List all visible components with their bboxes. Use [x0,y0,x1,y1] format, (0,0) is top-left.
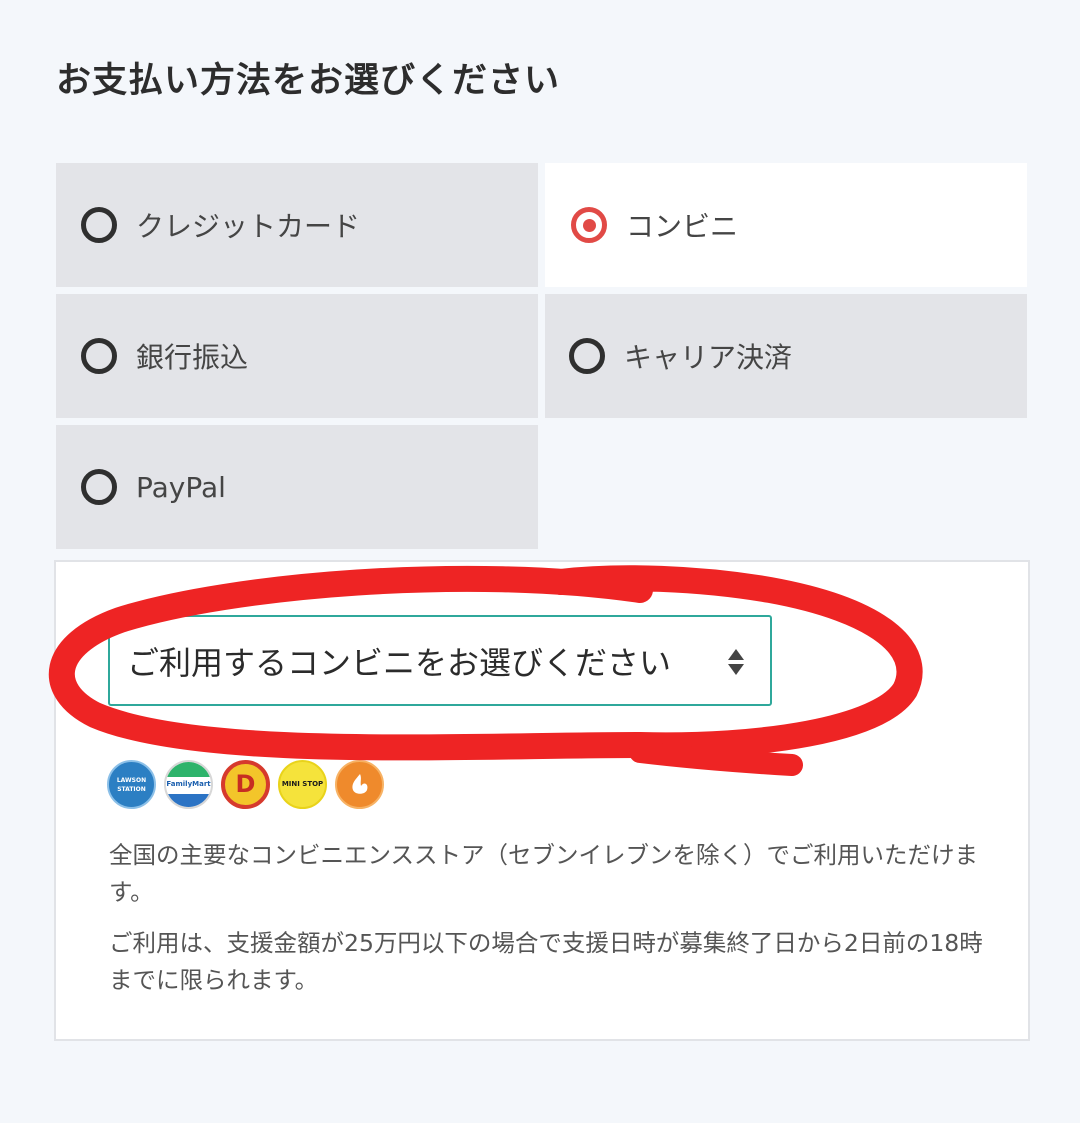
option-label: クレジットカード [136,210,361,243]
convenience-restriction-note: ご利用は、支援金額が25万円以下の場合で支援日時が募集終了日から2日前の18時ま… [109,929,983,994]
option-label: コンビニ [626,210,739,243]
option-label: 銀行振込 [136,341,249,374]
radio-unchecked-icon[interactable] [81,338,117,374]
option-credit-card[interactable]: クレジットカード [56,163,538,287]
radio-unchecked-icon[interactable] [81,207,117,243]
select-value: ご利用するコンビニをお選びください [127,643,672,682]
option-bank-transfer[interactable]: 銀行振込 [56,294,538,418]
daily-yamazaki-logo-icon: D [221,760,270,809]
convenience-description: 全国の主要なコンビニエンスストア（セブンイレブンを除く）でご利用いただけます。 [109,841,979,906]
page-title: お支払い方法をお選びください [56,61,561,101]
option-label: PayPal [136,470,226,504]
option-carrier-billing[interactable]: キャリア決済 [545,294,1027,418]
familymart-logo-icon: FamilyMart [164,760,213,809]
radio-unchecked-icon[interactable] [81,469,117,505]
seicomart-logo-icon [335,760,384,809]
option-convenience-store[interactable]: コンビニ [545,163,1027,287]
select-arrows-icon [728,647,744,677]
radio-checked-icon[interactable] [571,207,607,243]
convenience-store-select[interactable]: ご利用するコンビニをお選びください [108,615,772,706]
ministop-logo-icon: MINI STOP [278,760,327,809]
radio-unchecked-icon[interactable] [569,338,605,374]
option-paypal[interactable]: PayPal [56,425,538,549]
lawson-logo-icon: LAWSON STATION [107,760,156,809]
store-logos: LAWSON STATION FamilyMart D MINI STOP [107,760,384,809]
option-label: キャリア決済 [624,341,793,374]
